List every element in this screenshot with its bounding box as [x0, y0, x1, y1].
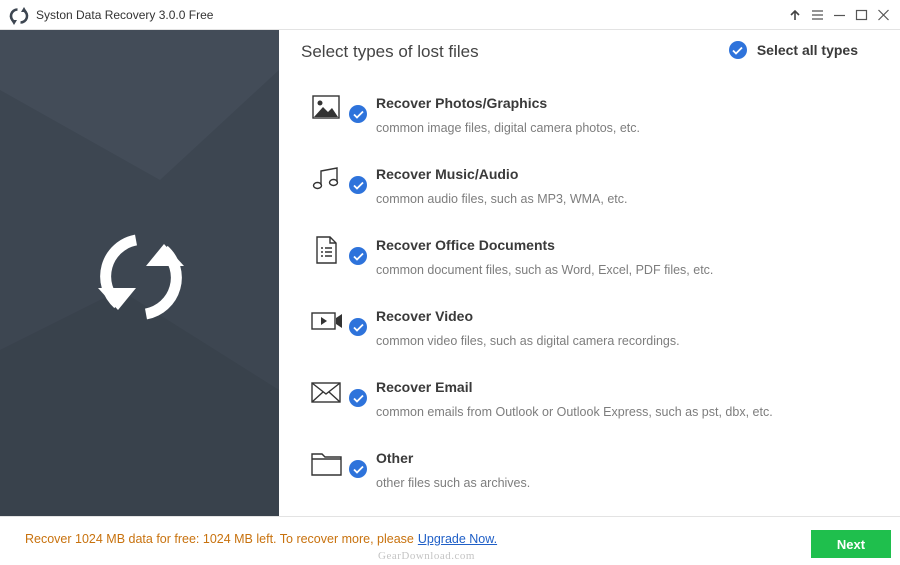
title-bar: Syston Data Recovery 3.0.0 Free [0, 0, 900, 30]
file-type-description: common image files, digital camera photo… [376, 121, 641, 135]
file-type-title: Recover Music/Audio [376, 166, 519, 182]
window-controls [784, 4, 894, 26]
check-icon [728, 41, 747, 59]
file-type-description: common video files, such as digital came… [376, 334, 680, 348]
file-type-description: common audio files, such as MP3, WMA, et… [376, 192, 628, 206]
maximize-icon[interactable] [850, 4, 872, 26]
document-icon [316, 236, 337, 264]
file-type-music[interactable]: Recover Music/Audio common audio files, … [311, 163, 871, 234]
file-type-documents[interactable]: Recover Office Documents common document… [311, 234, 871, 305]
file-type-photos[interactable]: Recover Photos/Graphics common image fil… [311, 92, 871, 163]
other-checkbox[interactable] [349, 460, 367, 478]
email-checkbox[interactable] [349, 389, 367, 407]
menu-icon[interactable] [806, 4, 828, 26]
upgrade-now-link[interactable]: Upgrade Now. [418, 532, 497, 546]
documents-checkbox[interactable] [349, 247, 367, 265]
select-all-label: Select all types [756, 42, 858, 58]
music-checkbox[interactable] [349, 176, 367, 194]
file-type-title: Recover Email [376, 379, 473, 395]
app-logo-icon [9, 7, 29, 25]
file-type-title: Other [376, 450, 414, 466]
quota-text: Recover 1024 MB data for free: 1024 MB l… [25, 532, 414, 546]
file-type-title: Recover Video [376, 308, 474, 324]
file-type-other[interactable]: Other other files such as archives. [311, 447, 871, 518]
folder-icon [311, 453, 342, 476]
sidebar-panel [0, 30, 279, 516]
recovery-logo-icon [98, 234, 184, 320]
file-type-description: common emails from Outlook or Outlook Ex… [376, 405, 773, 419]
main-panel: Select types of lost files Select all ty… [279, 30, 900, 516]
footer-bar: Recover 1024 MB data for free: 1024 MB l… [0, 516, 900, 565]
music-icon [312, 167, 339, 190]
video-icon [311, 312, 342, 330]
file-type-list: Recover Photos/Graphics common image fil… [311, 92, 871, 518]
file-type-video[interactable]: Recover Video common video files, such a… [311, 305, 871, 376]
upload-icon[interactable] [784, 4, 806, 26]
next-button[interactable]: Next [811, 530, 891, 558]
file-type-description: other files such as archives. [376, 476, 531, 490]
select-all-checkbox[interactable]: Select all types [728, 41, 858, 59]
free-quota-message: Recover 1024 MB data for free: 1024 MB l… [25, 532, 497, 546]
video-checkbox[interactable] [349, 318, 367, 336]
photo-icon [312, 95, 340, 119]
minimize-icon[interactable] [828, 4, 850, 26]
window-title: Syston Data Recovery 3.0.0 Free [36, 8, 214, 22]
photos-checkbox[interactable] [349, 105, 367, 123]
watermark: GearDownload.com [378, 550, 475, 562]
file-type-title: Recover Photos/Graphics [376, 95, 548, 111]
page-title: Select types of lost files [301, 42, 479, 61]
file-type-email[interactable]: Recover Email common emails from Outlook… [311, 376, 871, 447]
file-type-title: Recover Office Documents [376, 237, 555, 253]
close-icon[interactable] [872, 4, 894, 26]
file-type-description: common document files, such as Word, Exc… [376, 263, 714, 277]
email-icon [311, 382, 341, 403]
